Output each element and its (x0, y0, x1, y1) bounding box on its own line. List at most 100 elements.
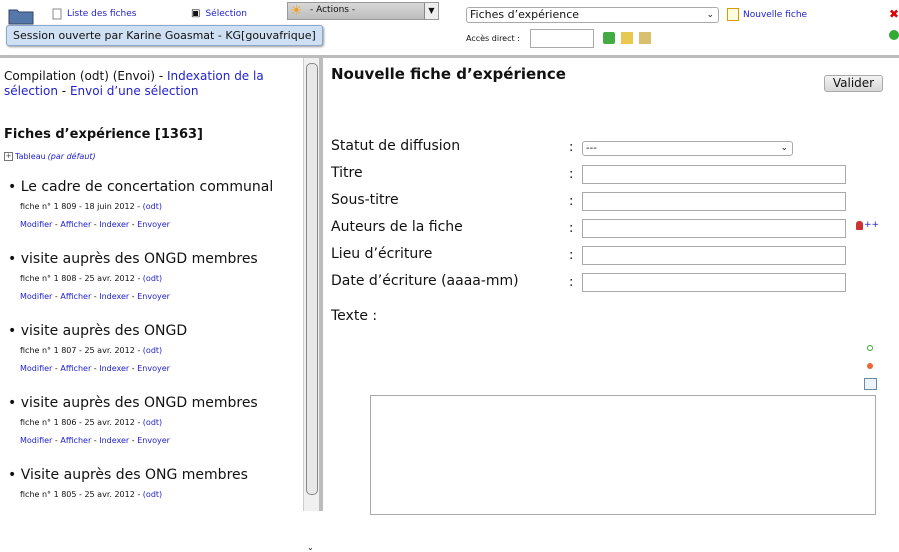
acces-direct-label: Accès direct : (466, 34, 520, 43)
fiche-list-panel: Compilation (odt) (Envoi) - Indexation d… (0, 58, 303, 511)
auteurs-label: Auteurs de la fiche (331, 219, 463, 235)
envoyer-link[interactable]: Envoyer (137, 364, 170, 373)
close-icon[interactable]: ✖ (889, 7, 899, 21)
colon: : (569, 275, 574, 290)
list-item: • visite auprès des ONGD fiche n° 1 807 … (8, 323, 188, 373)
auteurs-input[interactable] (582, 219, 846, 238)
green-status-icon[interactable] (889, 30, 899, 40)
titre-input[interactable] (582, 165, 846, 184)
page-title: Nouvelle fiche d’expérience (331, 65, 566, 83)
chevron-down-icon: ▼ (424, 3, 438, 19)
tableau-label[interactable]: Tableau (15, 152, 46, 161)
edit-text-icon[interactable] (864, 378, 877, 390)
colon: : (569, 140, 574, 155)
colon: : (569, 167, 574, 182)
entry-title[interactable]: Visite auprès des ONG membres (21, 467, 248, 483)
separator: - (61, 84, 67, 98)
nouvelle-fiche-label[interactable]: Nouvelle fiche (743, 10, 807, 20)
date-label: Date d’écriture (aaaa-mm) (331, 273, 519, 289)
nav-liste-des-fiches[interactable]: Liste des fiches (51, 8, 136, 20)
binoculars-icon: ▣ (191, 8, 201, 19)
session-banner: Session ouverte par Karine Goasmat - KG[… (6, 25, 323, 46)
envoyer-link[interactable]: Envoyer (137, 436, 170, 445)
scroll-down-icon[interactable]: ⌄ (307, 543, 314, 552)
go-arrow-icon[interactable] (603, 32, 615, 44)
envoyer-link[interactable]: Envoyer (137, 220, 170, 229)
modifier-link[interactable]: Modifier (20, 436, 52, 445)
tag-icon[interactable] (639, 32, 651, 44)
entry-title[interactable]: visite auprès des ONGD (21, 323, 187, 339)
fiches-count-heading: Fiches d’expérience [1363] (4, 127, 203, 142)
scrollbar-thumb[interactable] (306, 63, 318, 495)
nav-selection[interactable]: ▣ Sélection (191, 8, 247, 19)
entry-title[interactable]: visite auprès des ONGD membres (21, 251, 258, 267)
envoi-selection-link[interactable]: Envoi d’une sélection (70, 84, 199, 98)
modifier-link[interactable]: Modifier (20, 220, 52, 229)
entry-meta: fiche n° 1 808 - 25 avr. 2012 - (20, 274, 141, 283)
odt-link[interactable]: (odt) (143, 274, 162, 283)
indexer-link[interactable]: Indexer (99, 292, 129, 301)
modifier-link[interactable]: Modifier (20, 292, 52, 301)
odt-link[interactable]: (odt) (143, 202, 162, 211)
indexer-link[interactable]: Indexer (99, 220, 129, 229)
soustitre-input[interactable] (582, 192, 846, 211)
fiche-type-value: Fiches d’expérience (470, 8, 580, 21)
valider-button[interactable]: Valider (824, 75, 883, 92)
list-item: • visite auprès des ONGD membres fiche n… (8, 251, 258, 301)
new-document-icon (727, 8, 739, 21)
nouvelle-fiche-link[interactable]: Nouvelle fiche (727, 8, 807, 21)
compilation-links: Compilation (odt) (Envoi) - Indexation d… (4, 69, 294, 99)
lieu-label: Lieu d’écriture (331, 246, 433, 262)
green-dot-icon[interactable] (867, 345, 873, 351)
odt-link[interactable]: (odt) (143, 346, 162, 355)
afficher-link[interactable]: Afficher (60, 364, 91, 373)
actions-dropdown-label: - Actions - (310, 5, 356, 15)
chevron-down-icon: ⌄ (706, 10, 714, 20)
afficher-link[interactable]: Afficher (60, 220, 91, 229)
odt-link[interactable]: (odt) (143, 490, 162, 499)
entry-meta: fiche n° 1 806 - 25 avr. 2012 - (20, 418, 141, 427)
statut-value: --- (586, 143, 597, 154)
texte-textarea[interactable] (370, 395, 876, 515)
modifier-link[interactable]: Modifier (20, 364, 52, 373)
afficher-link[interactable]: Afficher (60, 292, 91, 301)
add-author-label: ++ (864, 220, 880, 230)
list-item: • Le cadre de concertation communal fich… (8, 179, 274, 229)
edit-pencil-icon[interactable] (621, 32, 633, 44)
entry-title[interactable]: visite auprès des ONGD membres (21, 395, 258, 411)
person-icon (856, 220, 863, 230)
liste-link-label[interactable]: Liste des fiches (67, 9, 136, 19)
actions-dropdown[interactable]: ☀ - Actions - ▼ (287, 2, 439, 20)
fiche-type-select[interactable]: Fiches d’expérience ⌄ (466, 7, 719, 23)
folder-icon[interactable] (8, 7, 34, 25)
chevron-down-icon: ⌄ (780, 143, 788, 153)
expand-icon[interactable]: + (4, 152, 13, 161)
acces-direct-input[interactable] (530, 29, 594, 48)
compilation-text[interactable]: Compilation (odt) (Envoi) - (4, 69, 163, 83)
left-panel-scrollbar[interactable]: ⌄ (303, 58, 320, 552)
afficher-link[interactable]: Afficher (60, 436, 91, 445)
indexer-link[interactable]: Indexer (99, 364, 129, 373)
lieu-input[interactable] (582, 246, 846, 265)
list-item: • visite auprès des ONGD membres fiche n… (8, 395, 258, 445)
orange-dot-icon[interactable] (867, 363, 873, 369)
date-input[interactable] (582, 273, 846, 292)
texte-label: Texte : (331, 308, 378, 324)
entry-meta: fiche n° 1 809 - 18 juin 2012 - (20, 202, 141, 211)
indexer-link[interactable]: Indexer (99, 436, 129, 445)
top-toolbar: Liste des fiches ▣ Sélection ☀ - Actions… (0, 0, 899, 58)
envoyer-link[interactable]: Envoyer (137, 292, 170, 301)
colon: : (569, 194, 574, 209)
add-author-button[interactable]: ++ (856, 220, 879, 230)
entry-meta: fiche n° 1 805 - 25 avr. 2012 - (20, 490, 141, 499)
panel-divider[interactable] (319, 58, 323, 511)
entry-title[interactable]: Le cadre de concertation communal (21, 179, 274, 195)
tableau-default-label: (par défaut) (47, 152, 96, 161)
statut-diffusion-select[interactable]: --- ⌄ (582, 141, 793, 156)
statut-label: Statut de diffusion (331, 138, 461, 154)
selection-link-label[interactable]: Sélection (205, 9, 246, 19)
tableau-toggle[interactable]: + Tableau (par défaut) (4, 152, 96, 161)
entry-meta: fiche n° 1 807 - 25 avr. 2012 - (20, 346, 141, 355)
list-item: • Visite auprès des ONG membres fiche n°… (8, 467, 248, 499)
odt-link[interactable]: (odt) (143, 418, 162, 427)
